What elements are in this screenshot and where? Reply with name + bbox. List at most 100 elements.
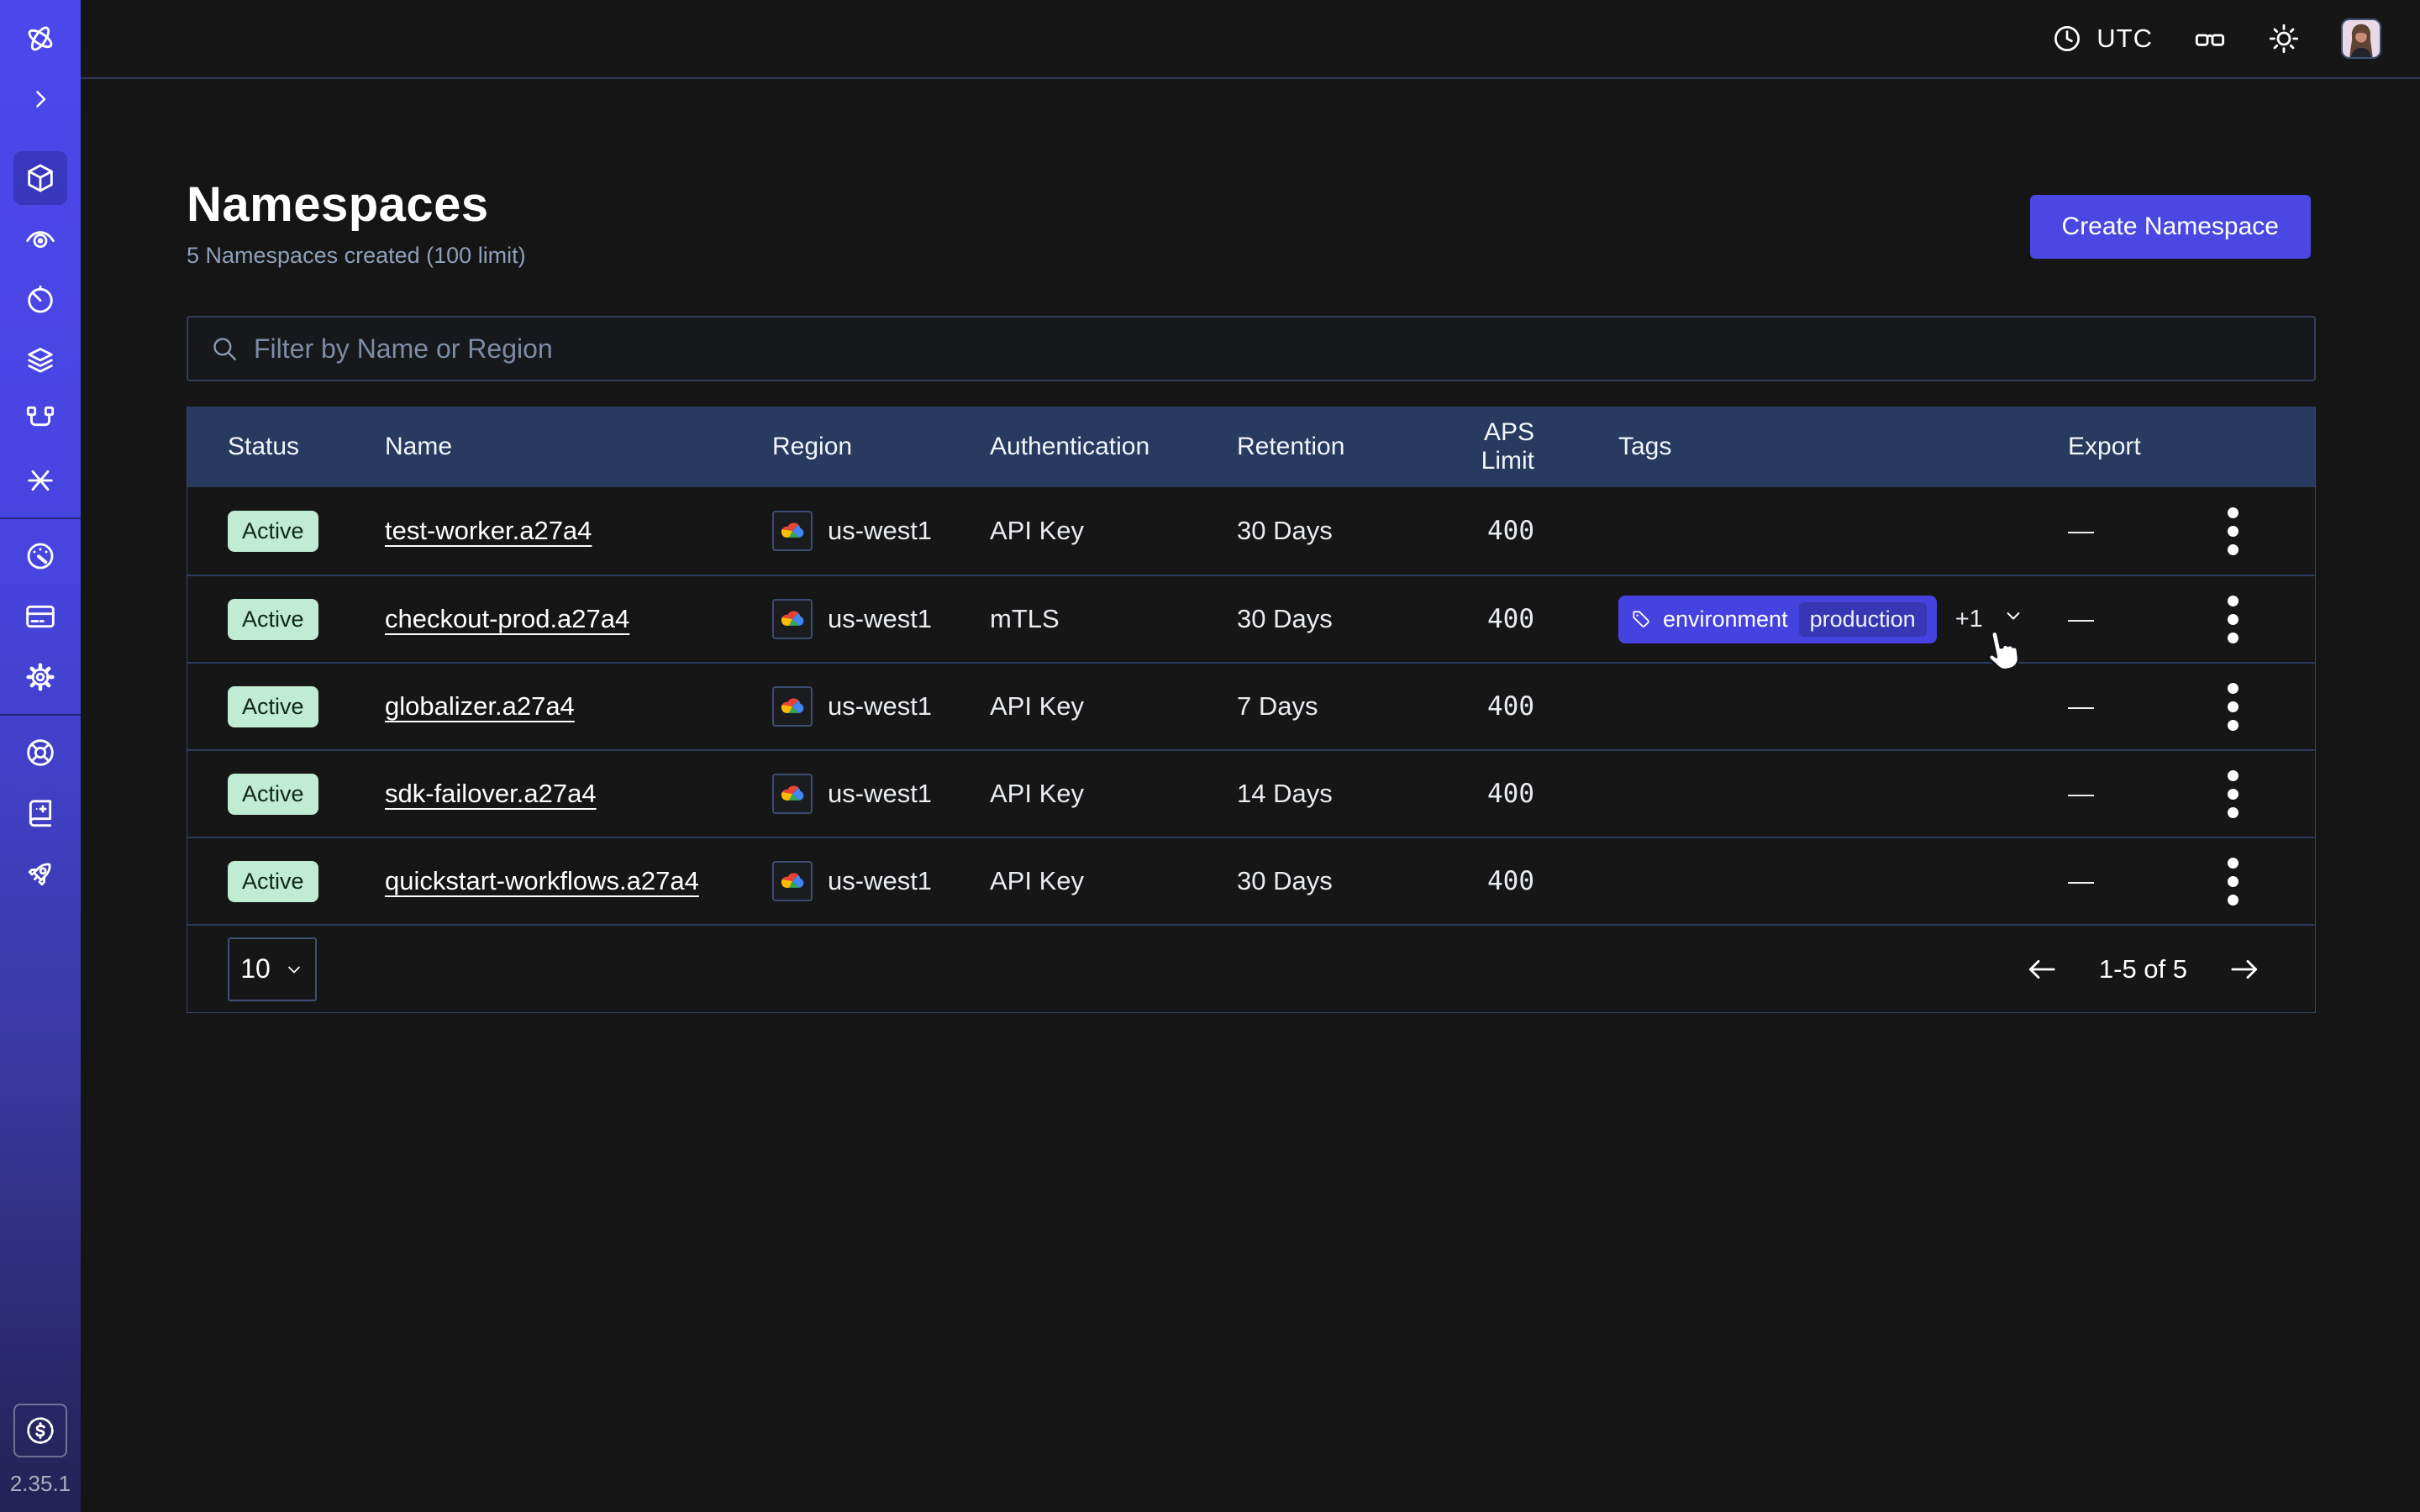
row-actions-menu-button[interactable] [2194,858,2238,906]
row-actions-menu-button[interactable] [2194,596,2238,643]
table-footer: 10 1-5 of 5 [187,924,2315,1012]
sidebar: 2.35.1 [0,0,81,1512]
life-ring-icon [24,736,57,769]
tags-group: environment production +1 [1618,596,2025,643]
tag-value: production [1799,602,1927,637]
accessibility-glasses-button[interactable] [2193,22,2227,55]
sidebar-item-batch[interactable] [13,454,67,507]
export-value: — [2068,691,2194,722]
namespaces-table: Status Name Region Authentication Retent… [187,407,2316,1013]
tag-icon [1630,608,1652,630]
col-header-retention: Retention [1237,433,1429,461]
status-badge: Active [228,599,318,640]
chevron-down-icon [284,959,304,979]
usage-dollar-button[interactable] [13,1404,67,1457]
aps-limit-value: 400 [1429,516,1534,546]
tags-cell [1534,513,2068,549]
table-row: Active checkout-prod.a27a4 [187,575,2315,662]
row-actions-menu-button[interactable] [2194,683,2238,731]
table-header-row: Status Name Region Authentication Retent… [187,407,2315,487]
export-value: — [2068,866,2194,896]
aps-limit-value: 400 [1429,866,1534,896]
sidebar-item-billing[interactable] [13,590,67,643]
table-body: Active test-worker.a27a4 [187,487,2315,924]
tags-cell [1534,776,2068,811]
region-label: us-west1 [828,779,932,809]
retention-value: 7 Days [1237,691,1429,722]
next-page-button[interactable] [2228,953,2261,986]
tags-more-count: +1 [1955,606,1983,633]
previous-page-button[interactable] [2025,953,2059,986]
glasses-icon [2193,22,2227,55]
namespace-link[interactable]: quickstart-workflows.a27a4 [385,866,699,895]
aps-limit-value: 400 [1429,604,1534,634]
status-badge: Active [228,861,318,902]
gear-icon [24,660,57,694]
authentication-value: mTLS [990,604,1237,634]
col-header-export: Export [2068,433,2194,461]
page-size-select[interactable]: 10 [228,937,317,1001]
authentication-value: API Key [990,516,1237,546]
sun-icon [2267,22,2301,55]
region-label: us-west1 [828,604,932,634]
credit-card-icon [24,600,57,633]
sidebar-item-docs[interactable] [13,786,67,840]
table-row: Active test-worker.a27a4 [187,487,2315,575]
create-namespace-button[interactable]: Create Namespace [2030,195,2311,259]
sidebar-expand-chevron-icon[interactable] [13,72,67,126]
book-plus-icon [24,796,57,830]
page-size-value: 10 [240,953,271,984]
asterisk-icon [24,464,57,497]
tag-pill[interactable]: environment production [1618,596,1937,643]
tags-cell: environment production +1 [1534,596,2068,643]
col-header-aps-limit: APS Limit [1429,418,1534,475]
sidebar-item-namespaces[interactable] [13,151,67,205]
retention-value: 30 Days [1237,516,1429,546]
user-avatar[interactable] [2341,18,2381,59]
table-row: Active sdk-failover.a27a4 [187,749,2315,837]
page-title: Namespaces [187,176,2316,233]
theme-toggle-button[interactable] [2267,22,2301,55]
export-value: — [2068,516,2194,546]
tags-cell [1534,864,2068,899]
col-header-status: Status [187,433,385,461]
pagination-range-label: 1-5 of 5 [2099,954,2187,984]
namespace-link[interactable]: test-worker.a27a4 [385,516,592,545]
clock-icon [2051,23,2083,55]
row-actions-menu-button[interactable] [2194,770,2238,818]
spiral-eye-icon [24,222,57,255]
sidebar-item-getting-started[interactable] [13,847,67,900]
status-badge: Active [228,511,318,552]
tag-key: environment [1663,606,1788,633]
sidebar-item-deployments[interactable] [13,333,67,386]
sidebar-item-nexus[interactable] [13,393,67,447]
cube-icon [24,161,57,195]
namespace-link[interactable]: checkout-prod.a27a4 [385,604,629,633]
temporal-logo-icon[interactable] [13,12,67,66]
timezone-selector[interactable]: UTC [2051,23,2153,55]
namespace-link[interactable]: sdk-failover.a27a4 [385,779,597,808]
chevron-down-icon [2002,604,2025,627]
export-value: — [2068,779,2194,809]
sidebar-divider [0,517,81,519]
sidebar-item-support[interactable] [13,726,67,780]
sidebar-item-settings[interactable] [13,650,67,704]
region-label: us-west1 [828,691,932,722]
aps-limit-value: 400 [1429,779,1534,809]
tags-expand-chevron[interactable] [2002,604,2025,634]
sidebar-item-workflows[interactable] [13,212,67,265]
namespace-link[interactable]: globalizer.a27a4 [385,691,575,721]
table-row: Active quickstart-workflows.a27a4 [187,837,2315,924]
gcp-cloud-icon [772,511,813,551]
row-actions-menu-button[interactable] [2194,507,2238,555]
sidebar-item-schedules[interactable] [13,272,67,326]
authentication-value: API Key [990,779,1237,809]
app-window: 2.35.1 UTC Namespaces 5 Namespaces creat… [0,0,2420,1512]
gcp-cloud-icon [772,774,813,814]
arrow-left-icon [2025,953,2059,986]
timer-icon [24,282,57,316]
authentication-value: API Key [990,691,1237,722]
sidebar-item-monitoring[interactable] [13,529,67,583]
page-subtitle: 5 Namespaces created (100 limit) [187,243,2316,269]
filter-input[interactable] [254,333,2292,365]
